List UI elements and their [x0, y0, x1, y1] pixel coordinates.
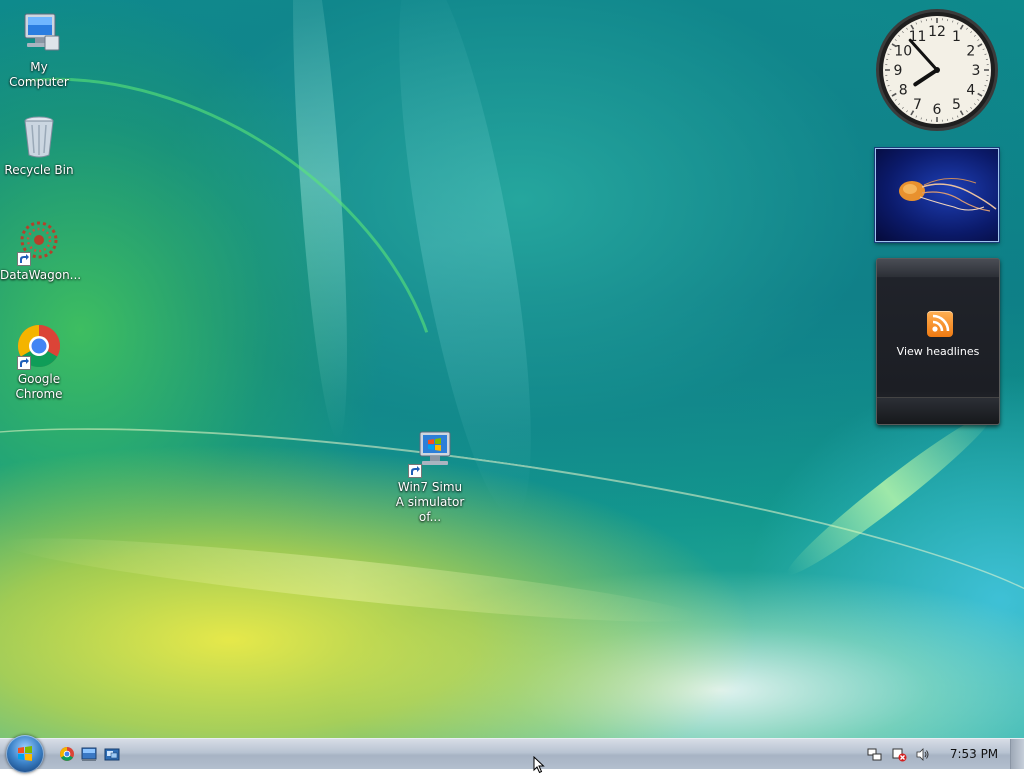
wallpaper-streak	[779, 403, 1001, 585]
gadget-header	[877, 259, 999, 277]
desktop-icon-datawagon[interactable]: DataWagon...	[0, 218, 78, 283]
clock-numeral: 7	[913, 97, 922, 113]
clock-numeral: 5	[952, 97, 961, 113]
desktop-background[interactable]: My Computer Recycle Bin DataWagon...	[0, 0, 1024, 738]
wallpaper-streak	[0, 377, 1024, 727]
mouse-cursor-icon	[533, 756, 545, 774]
view-headlines-link[interactable]: View headlines	[877, 345, 999, 358]
desktop-icon-label: My Computer	[0, 60, 78, 90]
desktop-icon-recycle-bin[interactable]: Recycle Bin	[0, 113, 78, 178]
clock-numeral: 2	[966, 44, 975, 60]
clock-numeral: 6	[933, 102, 942, 118]
computer-icon	[15, 10, 63, 58]
gadget-footer	[877, 397, 999, 424]
clock-numeral: 1	[952, 29, 961, 45]
taskbar: 7:53 PM	[0, 738, 1024, 769]
wallpaper-streak	[0, 524, 700, 637]
taskbar-clock[interactable]: 7:53 PM	[944, 739, 1004, 769]
show-desktop-button[interactable]	[1010, 739, 1024, 769]
desktop-icon-my-computer[interactable]: My Computer	[0, 10, 78, 90]
quick-launch-chrome[interactable]	[59, 746, 75, 762]
quick-launch-show-desktop[interactable]	[81, 746, 97, 762]
network-error-icon[interactable]	[892, 747, 907, 762]
rss-icon	[927, 311, 953, 337]
show-desktop-icon	[81, 746, 97, 762]
wallpaper-streak	[282, 0, 358, 441]
network-icon[interactable]	[867, 747, 882, 762]
desktop-icon-label: Recycle Bin	[0, 163, 78, 178]
desktop-icon-label: Win7 Simu A simulator of...	[390, 480, 470, 525]
analog-clock: 121234567891011	[874, 7, 1000, 133]
desktop-icon-label: DataWagon...	[0, 268, 78, 283]
shortcut-arrow-icon	[408, 464, 422, 478]
switch-windows-icon	[104, 746, 120, 762]
start-orb-icon	[6, 735, 44, 773]
desktop-icon-google-chrome[interactable]: Google Chrome	[0, 322, 78, 402]
feed-headlines-gadget[interactable]: View headlines	[876, 258, 1000, 425]
shortcut-arrow-icon	[17, 252, 31, 266]
recycle-bin-icon	[15, 113, 63, 161]
clock-numeral: 10	[894, 44, 912, 60]
quick-launch-switch-windows[interactable]	[104, 746, 120, 762]
volume-icon[interactable]	[915, 747, 930, 762]
clock-numeral: 12	[928, 24, 946, 40]
jellyfish-image	[876, 149, 998, 241]
shortcut-arrow-icon	[17, 356, 31, 370]
clock-gadget[interactable]: 121234567891011	[874, 7, 1000, 133]
desktop-icon-label: Google Chrome	[0, 372, 78, 402]
win7-simulator-icon	[406, 430, 454, 478]
clock-numeral: 9	[894, 63, 903, 79]
wallpaper-streak	[0, 0, 531, 669]
start-button[interactable]	[6, 735, 44, 773]
clock-numeral: 3	[972, 63, 981, 79]
clock-numeral: 4	[966, 83, 975, 99]
chrome-icon	[59, 746, 75, 762]
slideshow-gadget[interactable]	[875, 148, 999, 242]
clock-numeral: 8	[899, 83, 908, 99]
desktop-icon-win7-simulator[interactable]: Win7 Simu A simulator of...	[390, 430, 470, 525]
datawagon-icon	[15, 218, 63, 266]
chrome-icon	[15, 322, 63, 370]
